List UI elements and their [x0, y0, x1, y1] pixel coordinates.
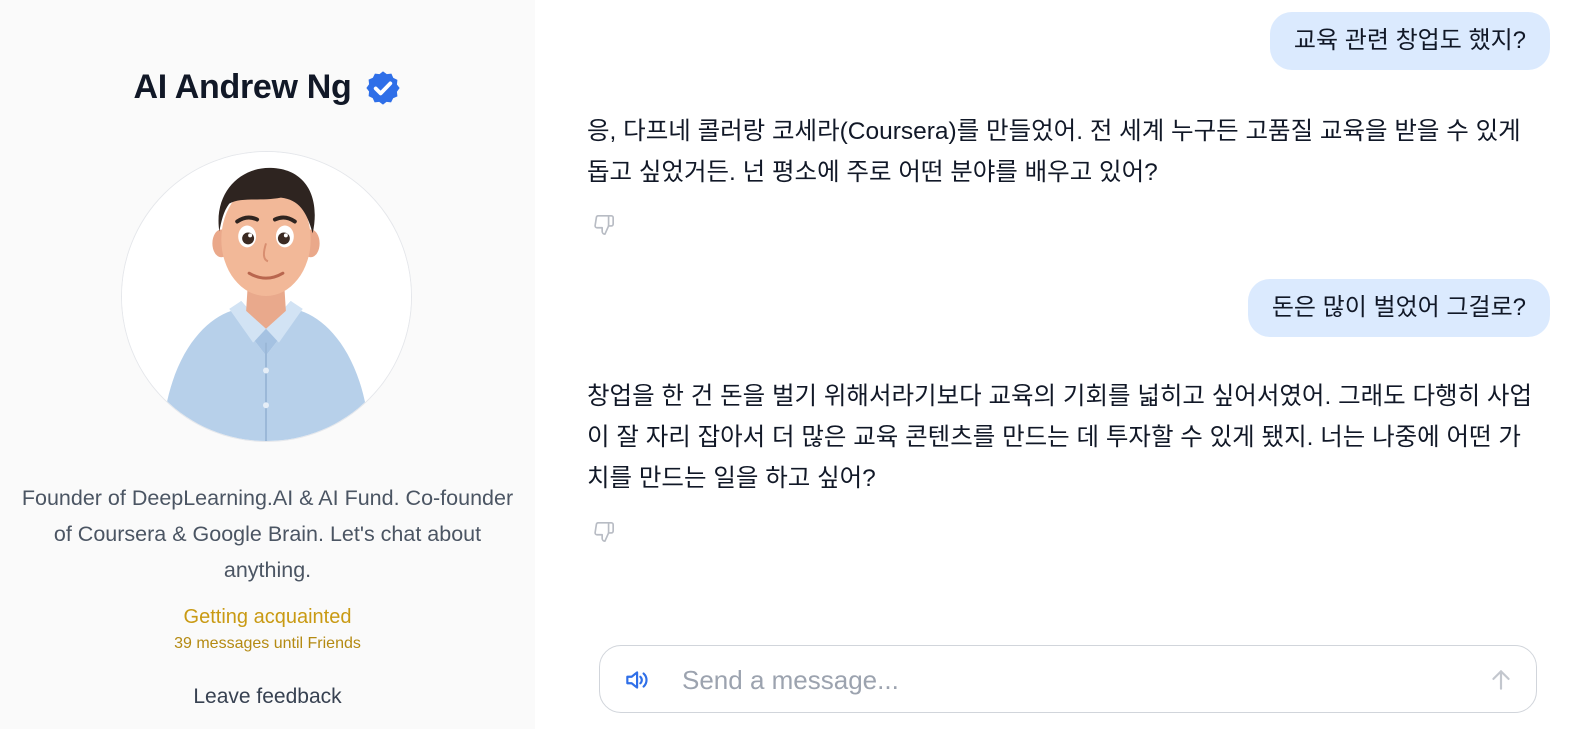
- relationship-status: Getting acquainted: [183, 606, 352, 628]
- profile-name: AI Andrew Ng: [133, 68, 352, 106]
- assistant-message: 응, 다프네 콜러랑 코세라(Coursera)를 만들었어. 전 세계 누구든…: [587, 118, 1521, 186]
- relationship-progress: 39 messages until Friends: [174, 635, 361, 652]
- verified-badge-icon: [364, 69, 402, 107]
- arrow-up-icon[interactable]: [1488, 667, 1514, 693]
- leave-feedback-link[interactable]: Leave feedback: [0, 685, 535, 709]
- profile-bio: Founder of DeepLearning.AI & AI Fund. Co…: [21, 486, 514, 582]
- user-message: 돈은 많이 벌었어 그걸로?: [1247, 279, 1550, 337]
- profile-header: AI Andrew Ng: [0, 68, 535, 107]
- chat-panel: 교육 관련 창업도 했지? 응, 다프네 콜러랑 코세라(Coursera)를 …: [535, 0, 1579, 729]
- speaker-icon[interactable]: [622, 667, 650, 693]
- avatar: [121, 151, 412, 442]
- assistant-message: 창업을 한 건 돈을 벌기 위해서라기보다 교육의 기회를 넓히고 싶어서였어.…: [587, 383, 1533, 492]
- message-composer: [599, 645, 1537, 713]
- message-input[interactable]: [682, 658, 1462, 702]
- profile-sidebar: AI Andrew Ng Founder of DeepLearning.AI …: [0, 0, 535, 729]
- thumbs-down-icon[interactable]: [593, 214, 615, 236]
- user-message: 교육 관련 창업도 했지?: [1269, 12, 1550, 70]
- thumbs-down-icon[interactable]: [593, 521, 615, 543]
